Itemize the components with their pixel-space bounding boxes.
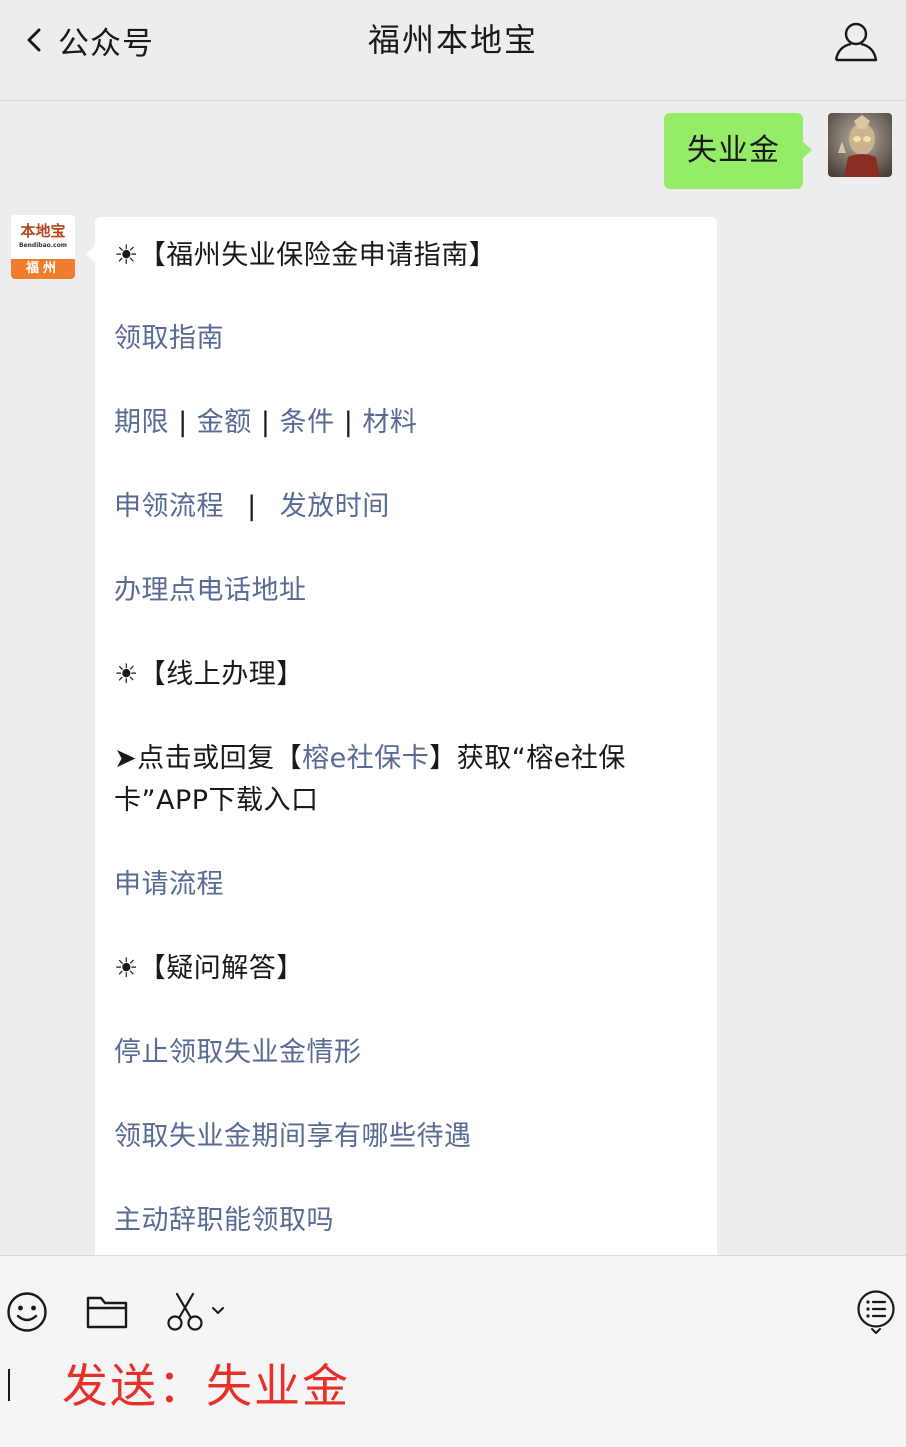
- period-link[interactable]: 期限: [114, 407, 169, 438]
- user-message-text: 失业金: [687, 133, 780, 168]
- faq-resign-link[interactable]: 主动辞职能领取吗: [114, 1205, 334, 1236]
- scissors-icon: [167, 1292, 224, 1331]
- menu-list-icon: [857, 1290, 895, 1334]
- online-prefix: ➤点击或回复【: [114, 743, 303, 774]
- apply-process-link[interactable]: 申请流程: [114, 869, 224, 900]
- section-heading-guide: ☀【福州失业保险金申请指南】: [114, 240, 497, 271]
- faq-benefits-link[interactable]: 领取失业金期间享有哪些待遇: [114, 1121, 472, 1152]
- menu-button[interactable]: [856, 1290, 896, 1334]
- scissors-button[interactable]: [166, 1290, 228, 1334]
- conditions-link[interactable]: 条件: [280, 407, 335, 438]
- faq-stop-link[interactable]: 停止领取失业金情形: [114, 1037, 362, 1068]
- separator: |: [260, 407, 271, 438]
- user-avatar[interactable]: [828, 113, 892, 177]
- avatar-image: [828, 113, 892, 177]
- process-link[interactable]: 申领流程: [114, 491, 224, 522]
- payout-time-link[interactable]: 发放时间: [280, 491, 390, 522]
- emoji-icon: [7, 1292, 47, 1332]
- bot-message-bubble: ☀【福州失业保险金申请指南】 领取指南 期限 | 金额 | 条件 | 材料 申领…: [86, 217, 717, 1277]
- folder-button[interactable]: [86, 1290, 128, 1334]
- offices-link[interactable]: 办理点电话地址: [114, 575, 307, 606]
- rong-e-card-link[interactable]: 榕e社保卡: [302, 743, 429, 774]
- guide-link[interactable]: 领取指南: [114, 323, 224, 354]
- emoji-button[interactable]: [6, 1290, 48, 1334]
- person-icon: [834, 22, 878, 62]
- user-message-bubble[interactable]: 失业金: [664, 113, 812, 189]
- avatar-url: Bendibao.com: [19, 242, 67, 249]
- avatar-city: 福州: [11, 259, 75, 279]
- profile-button[interactable]: [832, 18, 880, 66]
- folder-icon: [86, 1296, 128, 1329]
- text-cursor: [8, 1369, 10, 1401]
- composer-input[interactable]: 发送：失业金: [62, 1354, 350, 1418]
- section-heading-online: ☀【线上办理】: [114, 659, 304, 690]
- section-heading-faq: ☀【疑问解答】: [114, 953, 304, 984]
- materials-link[interactable]: 材料: [362, 407, 417, 438]
- amount-link[interactable]: 金额: [197, 407, 252, 438]
- separator: |: [247, 491, 257, 522]
- separator: |: [178, 407, 188, 438]
- online-instruction: ➤点击或回复【榕e社保卡】获取“榕e社保卡”APP下载入口: [114, 738, 704, 822]
- page-title: 福州本地宝: [367, 21, 538, 59]
- avatar-brand: 本地宝: [20, 222, 66, 240]
- input-bar: 发送：失业金: [0, 1255, 906, 1447]
- nav-header: 公众号 福州本地宝: [0, 0, 906, 101]
- bot-avatar[interactable]: 本地宝 Bendibao.com 福州: [11, 215, 75, 279]
- separator: |: [343, 407, 354, 438]
